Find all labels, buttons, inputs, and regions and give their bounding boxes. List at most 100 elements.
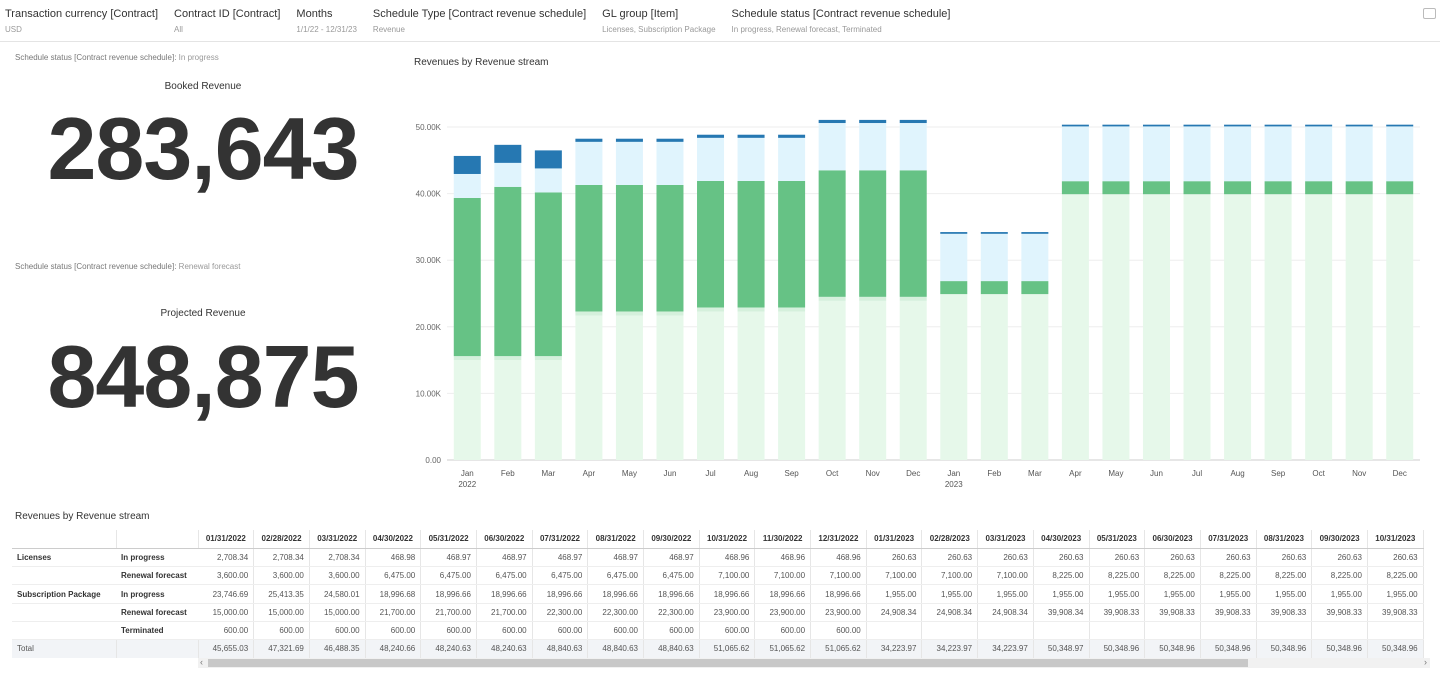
bar-segment-terminated[interactable] xyxy=(534,356,562,361)
column-header[interactable]: 10/31/2022 xyxy=(699,530,756,549)
bar-segment-licenses_in_progress[interactable] xyxy=(575,138,603,142)
column-header[interactable]: 09/30/2023 xyxy=(1311,530,1368,549)
bar-segment-subscription_renewal[interactable] xyxy=(859,300,887,460)
bar-segment-licenses_in_progress[interactable] xyxy=(1386,124,1414,127)
bar-segment-subscription_renewal[interactable] xyxy=(1183,194,1211,461)
bar-segment-subscription_in_progress[interactable] xyxy=(1061,181,1089,195)
bar-segment-licenses_renewal[interactable] xyxy=(980,233,1008,282)
column-header[interactable]: 02/28/2022 xyxy=(253,530,310,549)
bar-segment-subscription_renewal[interactable] xyxy=(1264,194,1292,461)
bar-segment-licenses_in_progress[interactable] xyxy=(1224,124,1252,127)
column-header[interactable]: 03/31/2023 xyxy=(977,530,1034,549)
bar-segment-terminated[interactable] xyxy=(575,311,603,316)
bar-segment-licenses_renewal[interactable] xyxy=(899,123,927,171)
bar-segment-licenses_renewal[interactable] xyxy=(534,168,562,193)
bar-segment-terminated[interactable] xyxy=(778,307,806,312)
bar-segment-subscription_in_progress[interactable] xyxy=(1224,181,1252,195)
bar-segment-subscription_in_progress[interactable] xyxy=(656,184,684,312)
bar-segment-subscription_in_progress[interactable] xyxy=(1305,181,1333,195)
bar-segment-licenses_in_progress[interactable] xyxy=(1021,232,1049,234)
bar-segment-terminated[interactable] xyxy=(899,296,927,301)
bar-segment-licenses_renewal[interactable] xyxy=(656,141,684,185)
bar-segment-licenses_renewal[interactable] xyxy=(1183,126,1211,182)
bar-segment-subscription_renewal[interactable] xyxy=(778,311,806,460)
column-header[interactable]: 05/31/2023 xyxy=(1089,530,1146,549)
bar-segment-subscription_in_progress[interactable] xyxy=(778,180,806,308)
bar-segment-subscription_in_progress[interactable] xyxy=(1183,181,1211,195)
bar-segment-licenses_in_progress[interactable] xyxy=(980,232,1008,234)
bar-segment-licenses_in_progress[interactable] xyxy=(1142,124,1170,127)
bar-segment-subscription_in_progress[interactable] xyxy=(980,281,1008,295)
bar-segment-licenses_in_progress[interactable] xyxy=(1345,124,1373,127)
bar-segment-subscription_in_progress[interactable] xyxy=(1386,181,1414,195)
bar-segment-subscription_in_progress[interactable] xyxy=(1142,181,1170,195)
bar-segment-licenses_in_progress[interactable] xyxy=(1061,124,1089,127)
filter-3[interactable]: Schedule Type [Contract revenue schedule… xyxy=(373,0,586,41)
column-header[interactable]: 11/30/2022 xyxy=(754,530,812,549)
bar-segment-terminated[interactable] xyxy=(453,356,481,361)
bar-segment-terminated[interactable] xyxy=(656,311,684,316)
bar-segment-subscription_in_progress[interactable] xyxy=(575,184,603,312)
bar-segment-licenses_renewal[interactable] xyxy=(1305,126,1333,182)
bar-segment-subscription_in_progress[interactable] xyxy=(1102,181,1130,195)
bar-segment-subscription_in_progress[interactable] xyxy=(1264,181,1292,195)
bar-segment-subscription_in_progress[interactable] xyxy=(697,180,725,308)
bar-segment-licenses_renewal[interactable] xyxy=(1021,233,1049,282)
bar-segment-subscription_renewal[interactable] xyxy=(615,315,643,460)
bar-segment-subscription_renewal[interactable] xyxy=(1142,194,1170,461)
bar-segment-terminated[interactable] xyxy=(737,307,765,312)
bar-segment-subscription_in_progress[interactable] xyxy=(534,192,562,357)
bar-segment-subscription_renewal[interactable] xyxy=(453,360,481,460)
horizontal-scrollbar[interactable]: ‹ › xyxy=(198,657,1430,668)
filter-1[interactable]: Contract ID [Contract] All xyxy=(174,0,280,41)
bar-segment-terminated[interactable] xyxy=(615,311,643,316)
bar-segment-subscription_in_progress[interactable] xyxy=(494,186,522,357)
column-header[interactable]: 02/28/2023 xyxy=(921,530,979,549)
bar-segment-licenses_in_progress[interactable] xyxy=(494,144,522,163)
bar-segment-licenses_in_progress[interactable] xyxy=(656,138,684,142)
bar-segment-licenses_in_progress[interactable] xyxy=(818,119,846,124)
bar-segment-subscription_renewal[interactable] xyxy=(697,311,725,460)
bar-segment-subscription_in_progress[interactable] xyxy=(737,180,765,308)
column-header[interactable]: 12/31/2022 xyxy=(810,530,867,549)
filter-4[interactable]: GL group [Item] Licenses, Subscription Pa… xyxy=(602,0,715,41)
filter-2[interactable]: Months 1/1/22 - 12/31/23 xyxy=(296,0,357,41)
bar-segment-licenses_renewal[interactable] xyxy=(1345,126,1373,182)
bar-segment-licenses_renewal[interactable] xyxy=(778,137,806,181)
scroll-right-icon[interactable]: › xyxy=(1424,657,1427,667)
bar-segment-terminated[interactable] xyxy=(494,356,522,361)
bar-segment-subscription_renewal[interactable] xyxy=(1345,194,1373,461)
bar-segment-licenses_in_progress[interactable] xyxy=(697,134,725,138)
column-header[interactable]: 07/31/2022 xyxy=(532,530,589,549)
bar-segment-licenses_in_progress[interactable] xyxy=(737,134,765,138)
column-header[interactable]: 06/30/2023 xyxy=(1144,530,1201,549)
bar-segment-licenses_renewal[interactable] xyxy=(575,141,603,185)
bar-segment-licenses_in_progress[interactable] xyxy=(859,119,887,124)
bar-segment-subscription_renewal[interactable] xyxy=(940,294,968,460)
bar-segment-licenses_renewal[interactable] xyxy=(737,137,765,181)
bar-segment-licenses_in_progress[interactable] xyxy=(940,232,968,234)
column-header[interactable]: 01/31/2023 xyxy=(866,530,923,549)
scroll-left-icon[interactable]: ‹ xyxy=(200,657,203,667)
bar-segment-licenses_renewal[interactable] xyxy=(859,123,887,171)
column-header[interactable]: 08/31/2023 xyxy=(1256,530,1313,549)
bar-segment-terminated[interactable] xyxy=(859,296,887,301)
bar-segment-licenses_renewal[interactable] xyxy=(615,141,643,185)
bar-segment-licenses_renewal[interactable] xyxy=(1102,126,1130,182)
bar-segment-licenses_in_progress[interactable] xyxy=(1183,124,1211,127)
bar-segment-subscription_renewal[interactable] xyxy=(534,360,562,460)
bar-segment-licenses_in_progress[interactable] xyxy=(1305,124,1333,127)
bar-segment-subscription_in_progress[interactable] xyxy=(453,197,481,357)
column-header[interactable]: 01/31/2022 xyxy=(198,530,255,549)
bar-segment-subscription_renewal[interactable] xyxy=(1102,194,1130,461)
column-header[interactable]: 09/30/2022 xyxy=(643,530,700,549)
bar-segment-subscription_in_progress[interactable] xyxy=(615,184,643,312)
bar-segment-subscription_renewal[interactable] xyxy=(737,311,765,460)
bar-segment-licenses_renewal[interactable] xyxy=(940,233,968,282)
bar-segment-subscription_renewal[interactable] xyxy=(656,315,684,460)
bar-segment-licenses_in_progress[interactable] xyxy=(453,155,481,174)
bar-segment-licenses_renewal[interactable] xyxy=(818,123,846,171)
column-header[interactable]: 04/30/2023 xyxy=(1033,530,1090,549)
bar-segment-subscription_renewal[interactable] xyxy=(818,300,846,460)
bar-segment-licenses_in_progress[interactable] xyxy=(534,150,562,169)
